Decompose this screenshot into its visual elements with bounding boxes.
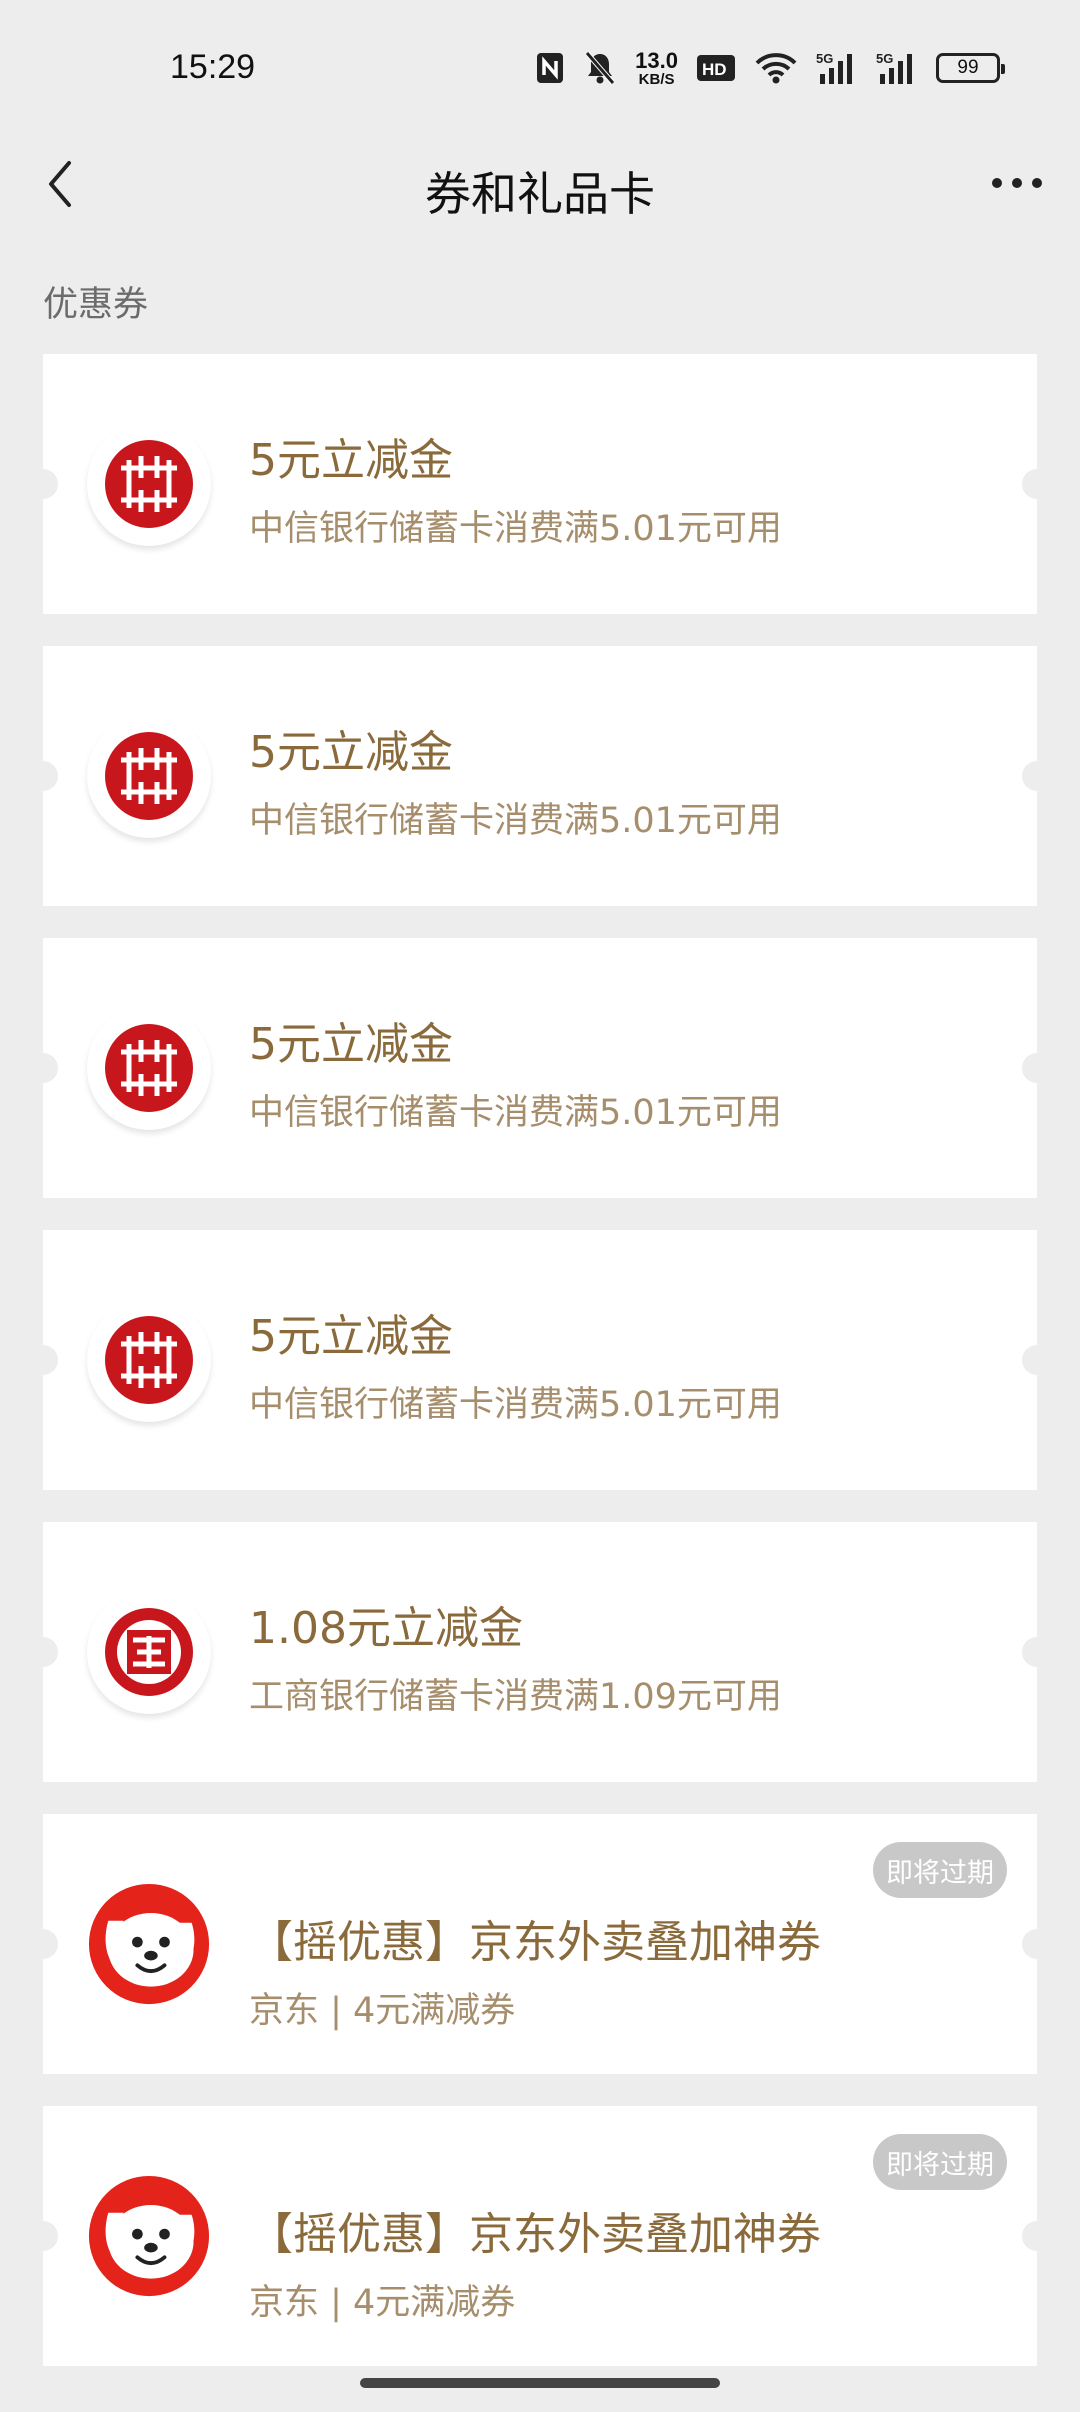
home-indicator[interactable] bbox=[360, 2378, 720, 2388]
expiring-soon-badge: 即将过期 bbox=[873, 2134, 1007, 2190]
net-speed-unit: KB/S bbox=[638, 70, 675, 88]
icbc-logo bbox=[87, 1590, 211, 1714]
status-icons: 13.0 KB/S HD 5G 5G 99 bbox=[535, 46, 1005, 90]
coupon-title: 5元立减金 bbox=[249, 727, 453, 778]
jd-dog-logo bbox=[87, 2174, 211, 2298]
coupon-desc: 京东 | 4元满减券 bbox=[249, 1991, 516, 2031]
citic-bank-logo bbox=[87, 1006, 211, 1130]
coupon-desc: 京东 | 4元满减券 bbox=[249, 2283, 516, 2323]
status-bar: 15:29 13.0 KB/S HD 5G 5G 99 bbox=[0, 0, 1080, 140]
jd-dog-logo bbox=[87, 1882, 211, 2006]
battery-indicator: 99 bbox=[936, 53, 1005, 83]
coupon-title: 【摇优惠】京东外卖叠加神券 bbox=[249, 2209, 821, 2260]
page-title: 券和礼品卡 bbox=[425, 167, 655, 221]
more-dots-icon bbox=[1032, 178, 1042, 188]
citic-bank-logo bbox=[87, 1298, 211, 1422]
5g-signal-icon: 5G bbox=[876, 50, 918, 86]
nav-bar: 券和礼品卡 bbox=[0, 140, 1080, 230]
more-dots-icon bbox=[1012, 178, 1022, 188]
coupon-desc: 中信银行储蓄卡消费满5.01元可用 bbox=[249, 1093, 782, 1133]
more-dots-icon bbox=[992, 178, 1002, 188]
svg-text:HD: HD bbox=[702, 60, 727, 79]
coupon-title: 1.08元立减金 bbox=[249, 1603, 523, 1654]
coupon-title: 5元立减金 bbox=[249, 1019, 453, 1070]
coupon-card[interactable]: 5元立减金 中信银行储蓄卡消费满5.01元可用 bbox=[28, 354, 1052, 614]
citic-bank-logo bbox=[87, 422, 211, 546]
coupon-title: 5元立减金 bbox=[249, 1311, 453, 1362]
coupon-card[interactable]: 【摇优惠】京东外卖叠加神券 京东 | 4元满减券 即将过期 bbox=[28, 2106, 1052, 2366]
status-time: 15:29 bbox=[170, 48, 256, 86]
coupon-title: 5元立减金 bbox=[249, 435, 453, 486]
coupon-card[interactable]: 5元立减金 中信银行储蓄卡消费满5.01元可用 bbox=[28, 938, 1052, 1198]
citic-bank-logo bbox=[87, 714, 211, 838]
net-speed-value: 13.0 bbox=[635, 47, 678, 73]
coupon-desc: 工商银行储蓄卡消费满1.09元可用 bbox=[249, 1677, 782, 1717]
coupon-title: 【摇优惠】京东外卖叠加神券 bbox=[249, 1917, 821, 1968]
coupon-card[interactable]: 5元立减金 中信银行储蓄卡消费满5.01元可用 bbox=[28, 646, 1052, 906]
hd-icon: HD bbox=[696, 53, 736, 83]
coupon-card[interactable]: 5元立减金 中信银行储蓄卡消费满5.01元可用 bbox=[28, 1230, 1052, 1490]
net-speed: 13.0 KB/S bbox=[635, 47, 678, 88]
svg-text:5G: 5G bbox=[876, 51, 893, 66]
wifi-icon bbox=[754, 51, 798, 85]
coupon-desc: 中信银行储蓄卡消费满5.01元可用 bbox=[249, 509, 782, 549]
more-button[interactable] bbox=[982, 158, 1052, 208]
5g-signal-icon: 5G bbox=[816, 50, 858, 86]
coupon-card[interactable]: 1.08元立减金 工商银行储蓄卡消费满1.09元可用 bbox=[28, 1522, 1052, 1782]
coupon-list: 5元立减金 中信银行储蓄卡消费满5.01元可用 5元立减金 中信银行储蓄卡消费满… bbox=[28, 354, 1052, 2398]
coupon-card[interactable]: 【摇优惠】京东外卖叠加神券 京东 | 4元满减券 即将过期 bbox=[28, 1814, 1052, 2074]
nfc-icon bbox=[535, 51, 565, 85]
expiring-soon-badge: 即将过期 bbox=[873, 1842, 1007, 1898]
svg-text:5G: 5G bbox=[816, 51, 833, 66]
coupon-desc: 中信银行储蓄卡消费满5.01元可用 bbox=[249, 1385, 782, 1425]
section-title: 优惠券 bbox=[43, 285, 149, 325]
coupon-desc: 中信银行储蓄卡消费满5.01元可用 bbox=[249, 801, 782, 841]
mute-bell-icon bbox=[583, 50, 617, 86]
